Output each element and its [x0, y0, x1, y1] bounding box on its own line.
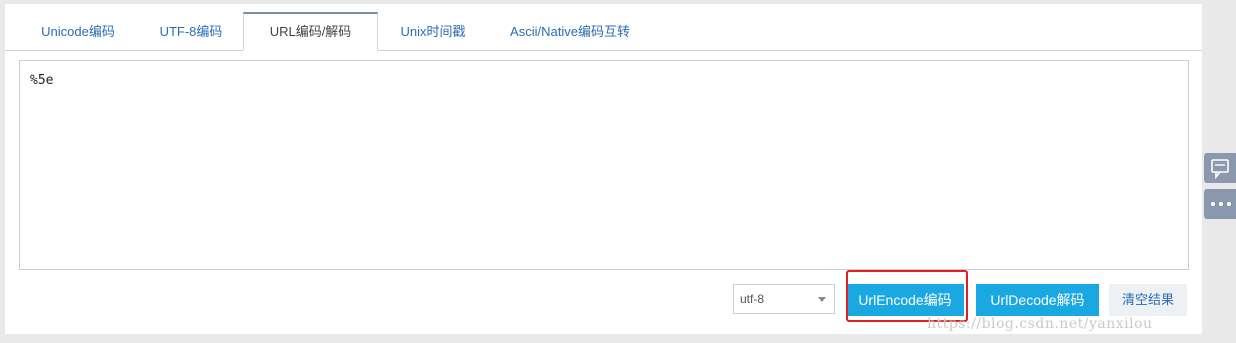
- chevron-down-icon: [818, 297, 826, 302]
- side-more-button[interactable]: [1204, 189, 1236, 219]
- url-decode-button[interactable]: UrlDecode解码: [976, 284, 1099, 316]
- clear-result-button[interactable]: 清空结果: [1109, 284, 1187, 316]
- comment-icon: [1211, 159, 1229, 180]
- encoding-select[interactable]: utf-8: [733, 284, 835, 314]
- tab-unicode[interactable]: Unicode编码: [18, 12, 138, 50]
- input-textarea[interactable]: %5e: [19, 60, 1189, 270]
- highlight-box: [846, 270, 968, 322]
- tool-panel: Unicode编码 UTF-8编码 URL编码/解码 Unix时间戳 Ascii…: [5, 4, 1202, 334]
- watermark: https://blog.csdn.net/yanxilou: [927, 316, 1153, 332]
- tab-url-encode-decode[interactable]: URL编码/解码: [243, 12, 378, 51]
- encoding-select-value: utf-8: [740, 292, 765, 306]
- side-comment-button[interactable]: [1204, 153, 1236, 183]
- tab-unix-timestamp[interactable]: Unix时间戳: [383, 12, 483, 50]
- more-icon: [1211, 202, 1231, 206]
- tab-bar: Unicode编码 UTF-8编码 URL编码/解码 Unix时间戳 Ascii…: [5, 12, 1202, 51]
- tab-ascii-native[interactable]: Ascii/Native编码互转: [490, 12, 650, 50]
- tab-utf8[interactable]: UTF-8编码: [140, 12, 242, 50]
